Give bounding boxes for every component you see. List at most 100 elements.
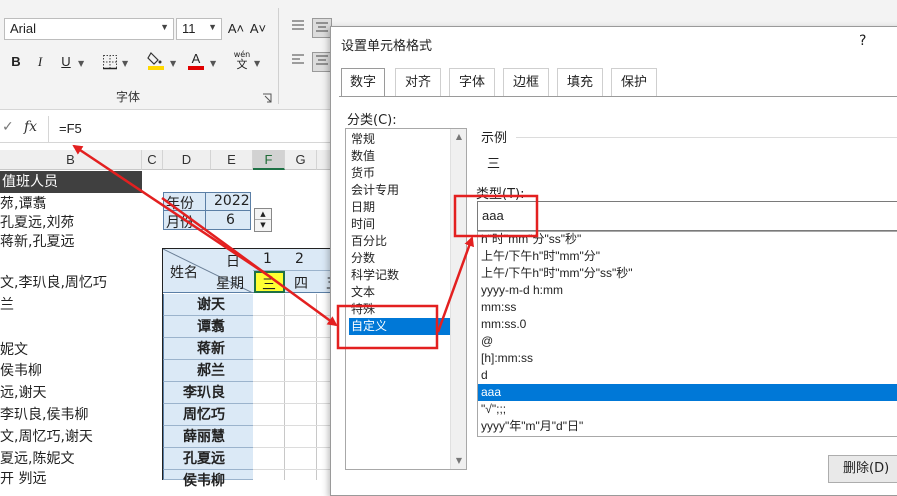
category-item[interactable]: 时间 (349, 216, 452, 233)
weekday-header: 星期 (216, 276, 244, 292)
type-input[interactable]: aaa (477, 201, 897, 231)
format-item[interactable]: 上午/下午h"时"mm"分" (478, 248, 897, 265)
format-item[interactable]: mm:ss (478, 299, 897, 316)
category-item[interactable]: 常规 (349, 131, 452, 148)
tab-border[interactable]: 边框 (503, 68, 549, 96)
duty-cell[interactable]: 文,李玐良,周忆巧 (0, 272, 142, 294)
tab-fill[interactable]: 填充 (557, 68, 603, 96)
name-cell[interactable]: 孔夏远 (163, 448, 253, 470)
align-left-button[interactable] (288, 52, 308, 72)
format-item[interactable]: @ (478, 333, 897, 350)
date-cells[interactable] (253, 294, 340, 480)
name-cell[interactable]: 蒋新 (163, 338, 253, 360)
duty-cell[interactable]: 李玐良,侯韦柳 (0, 404, 142, 426)
duty-cell[interactable]: 远,谢天 (0, 382, 142, 404)
dialog-launcher-icon[interactable] (262, 92, 272, 103)
format-code-list[interactable]: h"时"mm"分"ss"秒" 上午/下午h"时"mm"分" 上午/下午h"时"m… (477, 231, 897, 437)
phonetic-guide-button[interactable]: wén 文 (232, 50, 252, 70)
fill-color-button[interactable] (146, 50, 166, 70)
year-label[interactable]: 年份 (166, 193, 194, 213)
category-item[interactable]: 分数 (349, 250, 452, 267)
chevron-down-icon: ▼ (160, 22, 169, 32)
shrink-font-button[interactable]: A˅ (248, 19, 268, 39)
align-middle-button[interactable] (312, 18, 332, 38)
format-item[interactable]: "√";;; (478, 401, 897, 418)
category-item-custom[interactable]: 自定义 (349, 318, 452, 335)
column-header-e[interactable]: E (211, 150, 253, 170)
category-item[interactable]: 日期 (349, 199, 452, 216)
format-item[interactable]: h"时"mm"分"ss"秒" (478, 232, 897, 248)
font-size-combo[interactable]: 11 ▼ (176, 18, 222, 40)
duty-cell[interactable]: 开 刿远 (0, 468, 142, 490)
format-item[interactable]: d (478, 367, 897, 384)
month-label[interactable]: 月份 (166, 212, 194, 232)
underline-button[interactable]: U (56, 52, 76, 72)
font-name-value: Arial (10, 21, 37, 36)
name-cell[interactable]: 侯韦柳 (163, 470, 253, 489)
category-item[interactable]: 货币 (349, 165, 452, 182)
duty-cell[interactable]: 妮文 (0, 339, 142, 361)
name-cell[interactable]: 郝兰 (163, 360, 253, 382)
column-header-d[interactable]: D (163, 150, 211, 170)
format-item[interactable]: mm:ss.0 (478, 316, 897, 333)
format-item[interactable]: [h]:mm:ss (478, 350, 897, 367)
scroll-up-icon[interactable]: ▲ (451, 129, 467, 145)
formula-input[interactable]: =F5 (48, 116, 340, 142)
duty-cell[interactable]: 侯韦柳 (0, 360, 142, 382)
category-item[interactable]: 数值 (349, 148, 452, 165)
tab-number[interactable]: 数字 (341, 68, 385, 97)
delete-button[interactable]: 删除(D) (828, 455, 897, 483)
check-icon[interactable]: ✓ (2, 119, 14, 135)
font-name-combo[interactable]: Arial ▼ (4, 18, 174, 40)
format-item[interactable]: yyyy"年"m"月"d"日" (478, 418, 897, 435)
tab-alignment[interactable]: 对齐 (395, 68, 441, 96)
chevron-down-icon: ▼ (170, 59, 177, 68)
weekday-value[interactable]: 四 (294, 273, 308, 293)
format-item[interactable]: yyyy-m-d h:mm (478, 282, 897, 299)
align-center-button[interactable] (312, 52, 332, 72)
format-item-selected[interactable]: aaa (478, 384, 897, 401)
category-item[interactable]: 特殊 (349, 301, 452, 318)
italic-button[interactable]: I (30, 52, 50, 72)
help-button[interactable]: ? (859, 33, 866, 49)
align-lines-icon (292, 20, 304, 30)
category-item[interactable]: 会计专用 (349, 182, 452, 199)
category-scrollbar[interactable]: ▲ ▼ (450, 129, 466, 469)
format-item[interactable]: 上午/下午h"时"mm"分"ss"秒" (478, 265, 897, 282)
spin-up-icon[interactable]: ▲ (255, 209, 271, 220)
category-list[interactable]: 常规 数值 货币 会计专用 日期 时间 百分比 分数 科学记数 文本 特殊 自定… (345, 128, 467, 470)
grow-font-button[interactable]: A˄ (226, 19, 246, 39)
column-header-c[interactable]: C (142, 150, 163, 170)
year-value[interactable]: 2022 (214, 193, 250, 209)
spin-down-icon[interactable]: ▼ (255, 220, 271, 231)
scroll-down-icon[interactable]: ▼ (451, 453, 467, 469)
month-spinner[interactable]: ▲ ▼ (254, 208, 272, 232)
duty-header-cell[interactable]: 值班人员 (0, 171, 142, 193)
tab-protection[interactable]: 保护 (611, 68, 657, 96)
duty-cell[interactable]: 蒋新,孔夏远 (0, 231, 142, 253)
name-cell[interactable]: 李玐良 (163, 382, 253, 404)
duty-cell[interactable]: 兰 (0, 294, 142, 316)
day-number[interactable]: 2 (295, 251, 304, 267)
month-value[interactable]: 6 (226, 212, 235, 228)
tab-font[interactable]: 字体 (449, 68, 495, 96)
name-cell[interactable]: 谭翥 (163, 316, 253, 338)
bold-button[interactable]: B (6, 52, 26, 72)
name-cell[interactable]: 谢天 (163, 294, 253, 316)
name-cell[interactable]: 薛丽慧 (163, 426, 253, 448)
align-top-button[interactable] (288, 18, 308, 38)
column-header-g[interactable]: G (285, 150, 317, 170)
selected-weekday-cell[interactable]: 三 (254, 271, 285, 293)
day-number[interactable]: 1 (263, 251, 272, 267)
insert-function-button[interactable]: fx (24, 119, 37, 135)
column-header-b[interactable]: B (0, 150, 142, 170)
duty-cell[interactable]: 夏远,陈妮文 (0, 448, 142, 470)
name-cell[interactable]: 周忆巧 (163, 404, 253, 426)
border-button[interactable] (100, 52, 120, 72)
font-color-button[interactable]: A (186, 49, 206, 70)
category-item[interactable]: 科学记数 (349, 267, 452, 284)
category-item[interactable]: 百分比 (349, 233, 452, 250)
category-item[interactable]: 文本 (349, 284, 452, 301)
duty-cell[interactable]: 文,周忆巧,谢天 (0, 426, 142, 448)
column-header-f[interactable]: F (253, 150, 285, 170)
